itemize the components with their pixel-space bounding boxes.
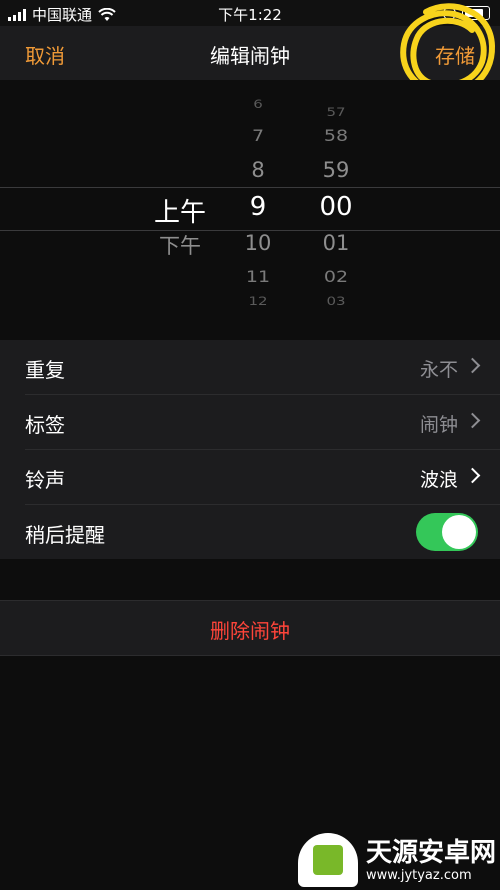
save-button[interactable]: 存储 — [435, 40, 475, 69]
battery-icon — [462, 6, 490, 20]
snooze-label: 稍后提醒 — [25, 523, 105, 547]
status-time: 下午1:22 — [218, 6, 282, 24]
repeat-row[interactable]: 重复 永不 — [25, 340, 500, 395]
chevron-right-icon — [464, 357, 481, 374]
alarm-settings-list: 重复 永不 标签 闹钟 铃声 波浪 稍后提醒 — [0, 340, 500, 559]
minute-selected: 00 — [319, 192, 353, 222]
hour-option: 10 — [244, 231, 272, 255]
watermark-url: www.jytyaz.com — [366, 867, 472, 883]
status-bar: 中国联通 下午1:22 — [0, 0, 500, 26]
sound-row[interactable]: 铃声 波浪 — [25, 450, 500, 505]
minute-option: 01 — [322, 231, 350, 255]
watermark-title: 天源安卓网 — [366, 837, 497, 868]
status-right — [443, 6, 490, 20]
label-value: 闹钟 — [419, 414, 458, 436]
minute-option: 59 — [322, 158, 350, 182]
sound-label: 铃声 — [25, 468, 65, 492]
delete-alarm-button[interactable]: 删除闹钟 — [0, 600, 500, 656]
chevron-right-icon — [464, 467, 481, 484]
label-row[interactable]: 标签 闹钟 — [25, 395, 500, 450]
navigation-bar: 取消 编辑闹钟 存储 — [0, 26, 500, 80]
minute-option: 03 — [326, 294, 346, 308]
ampm-option: 下午 — [159, 234, 201, 258]
hour-selected: 9 — [249, 192, 267, 222]
repeat-label: 重复 — [25, 358, 65, 382]
site-watermark: 天源安卓网 www.jytyaz.com — [298, 830, 498, 890]
minute-option: 02 — [323, 267, 349, 287]
sound-value: 波浪 — [419, 469, 458, 491]
android-logo-icon — [298, 833, 358, 887]
minute-option: 58 — [323, 126, 349, 146]
hour-option: 8 — [251, 158, 265, 182]
hour-option: 11 — [245, 267, 271, 287]
snooze-row: 稍后提醒 — [25, 505, 500, 559]
delete-alarm-label: 删除闹钟 — [210, 619, 290, 643]
snooze-toggle[interactable] — [416, 513, 478, 551]
hour-option: 7 — [251, 126, 265, 146]
chevron-right-icon — [464, 412, 481, 429]
minute-option: 57 — [326, 105, 346, 119]
alarm-status-icon — [443, 6, 456, 20]
repeat-value: 永不 — [419, 359, 458, 381]
label-label: 标签 — [25, 413, 65, 437]
time-picker[interactable]: 上午 下午 6 7 8 9 10 11 12 57 58 59 00 01 02… — [0, 80, 500, 336]
hour-option: 6 — [253, 97, 263, 111]
hour-option: 12 — [248, 294, 268, 308]
page-title: 编辑闹钟 — [210, 44, 290, 68]
ampm-selected: 上午 — [153, 198, 206, 228]
watermark-text: 天源安卓网 www.jytyaz.com — [366, 838, 496, 883]
toggle-knob — [442, 515, 476, 549]
